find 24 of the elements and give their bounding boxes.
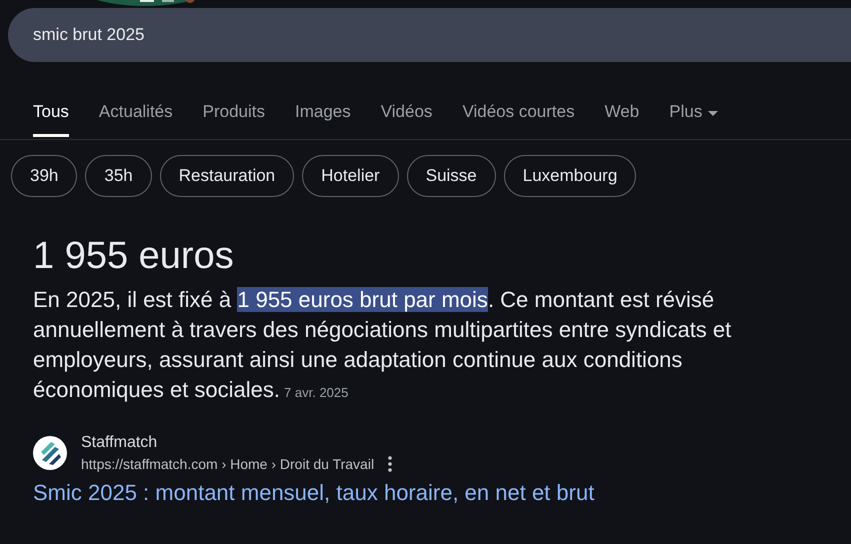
filter-chip[interactable]: 39h [11, 155, 78, 197]
answer-text: En 2025, il est fixé à 1 955 euros brut par mois. Ce montant est révisé annuellement à travers des négociations multipartites entre syndicats et employeurs, assurant ainsi une adaptation continue aux conditions économiques et sociales. 7 avr. 2025 [33, 286, 732, 404]
tab[interactable]: Vidéos [380, 98, 432, 137]
site-name: Staffmatch [81, 434, 158, 452]
tab[interactable]: Vidéos courtes [462, 98, 575, 137]
tab[interactable]: Images [295, 98, 351, 137]
answer-date: 7 avr. 2025 [284, 385, 348, 400]
filter-chip[interactable]: Luxembourg [504, 155, 636, 197]
tab[interactable]: Web [604, 98, 640, 137]
tab[interactable]: Tous [33, 98, 69, 137]
tab[interactable]: Produits [202, 98, 265, 137]
site-url: https://staffmatch.com › Home › Droit du Travail [81, 456, 374, 472]
tab[interactable]: Actualités [98, 98, 173, 137]
tab[interactable]: Plus [669, 98, 718, 137]
result-title-link[interactable]: Smic 2025 : montant mensuel, taux horaire, en net et brut [33, 480, 594, 506]
more-icon[interactable] [388, 456, 392, 472]
filter-chip[interactable]: 35h [85, 155, 152, 197]
answer-heading: 1 955 euros [33, 234, 235, 279]
search-field[interactable]: smic brut 2025 [8, 8, 851, 62]
site-logo-icon [33, 436, 67, 470]
filter-chip[interactable]: Hotelier [302, 155, 399, 197]
filter-chip[interactable]: Restauration [160, 155, 294, 197]
filter-chip[interactable]: Suisse [406, 155, 496, 197]
caret-icon [708, 111, 718, 117]
